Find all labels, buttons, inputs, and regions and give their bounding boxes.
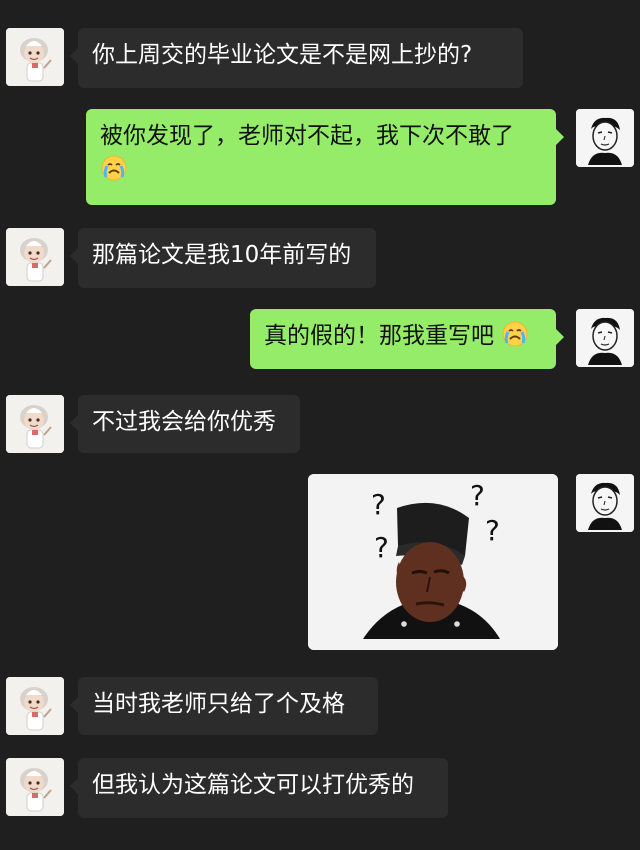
message-text: 不过我会给你优秀 (92, 409, 276, 435)
teacher-avatar-icon[interactable] (6, 228, 64, 286)
svg-text:?: ? (485, 514, 500, 547)
crying-face-icon (501, 320, 529, 348)
teacher-avatar-icon[interactable] (6, 758, 64, 816)
message-text: 那篇论文是我10年前写的 (92, 242, 352, 268)
student-avatar-icon[interactable] (576, 474, 634, 532)
teacher-avatar-icon[interactable] (6, 677, 64, 735)
incoming-message-bubble[interactable]: 当时我老师只给了个及格 (70, 677, 378, 735)
confused-man-sticker[interactable]: ? ? ? ? (308, 474, 558, 650)
student-avatar-icon[interactable] (576, 309, 634, 367)
incoming-message-bubble[interactable]: 你上周交的毕业论文是不是网上抄的? (70, 28, 523, 88)
message-text: 但我认为这篇论文可以打优秀的 (92, 772, 414, 798)
chat-conversation: 你上周交的毕业论文是不是网上抄的? 被你发现了，老师对不起，我下次不敢了 那篇论… (0, 0, 640, 850)
svg-text:?: ? (371, 488, 386, 521)
message-text: 被你发现了，老师对不起，我下次不敢了 (100, 123, 514, 149)
teacher-avatar-icon[interactable] (6, 28, 64, 86)
message-text: 当时我老师只给了个及格 (92, 691, 345, 717)
svg-text:?: ? (374, 531, 389, 564)
incoming-message-bubble[interactable]: 但我认为这篇论文可以打优秀的 (70, 758, 448, 818)
teacher-avatar-icon[interactable] (6, 395, 64, 453)
outgoing-message-bubble[interactable]: 真的假的！那我重写吧 (250, 309, 564, 369)
incoming-message-bubble[interactable]: 不过我会给你优秀 (70, 395, 300, 453)
svg-text:?: ? (470, 479, 485, 512)
crying-face-icon (100, 154, 128, 182)
incoming-message-bubble[interactable]: 那篇论文是我10年前写的 (70, 228, 376, 288)
outgoing-message-bubble[interactable]: 被你发现了，老师对不起，我下次不敢了 (86, 109, 564, 205)
student-avatar-icon[interactable] (576, 109, 634, 167)
message-text: 真的假的！那我重写吧 (264, 323, 494, 349)
message-text: 你上周交的毕业论文是不是网上抄的? (92, 42, 473, 68)
